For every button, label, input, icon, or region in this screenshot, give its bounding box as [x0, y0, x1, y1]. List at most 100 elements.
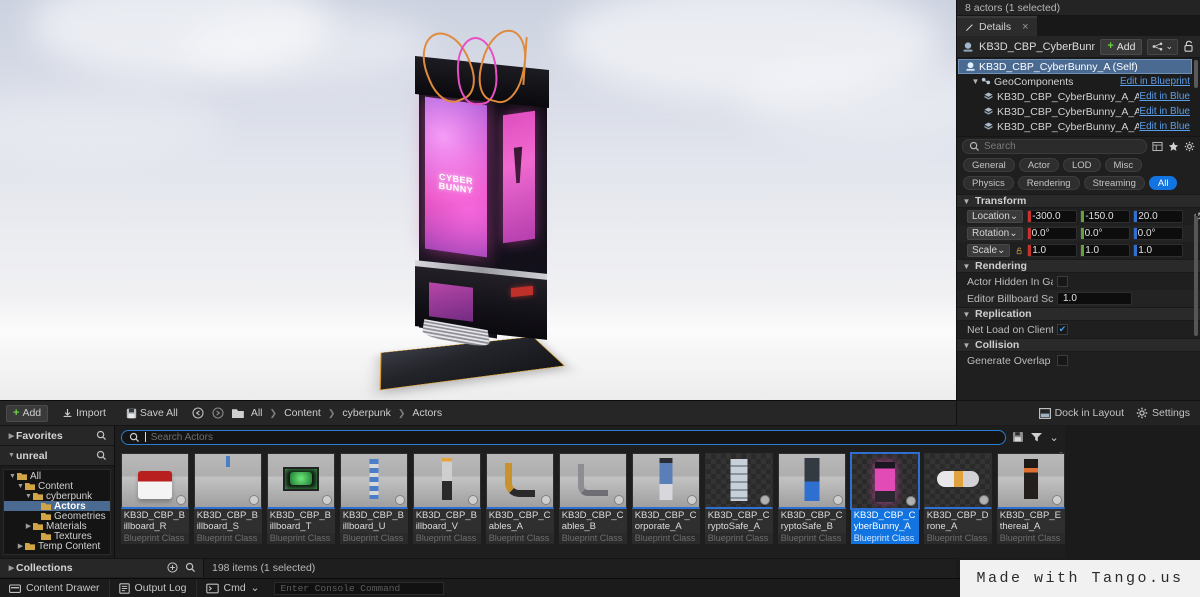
- search-icon[interactable]: [96, 450, 107, 461]
- folder-tree[interactable]: ▼ All ▼ Content ▼ cyberpunk Actors Geome…: [3, 469, 111, 555]
- cb-add-button[interactable]: + Add: [6, 404, 49, 422]
- rotation-x-input[interactable]: 0.0°: [1026, 227, 1077, 240]
- chevron-right-icon[interactable]: ▶: [24, 522, 33, 530]
- chevron-down-icon[interactable]: ▼: [962, 310, 971, 319]
- breadcrumb-cyberpunk[interactable]: cyberpunk: [342, 407, 390, 419]
- history-forward-icon[interactable]: [212, 407, 224, 419]
- asset-tile[interactable]: KB3D_CBP_Drone_A Blueprint Class: [923, 453, 992, 558]
- cyberbunny-billboard-model[interactable]: CYBER BUNNY: [379, 24, 579, 391]
- scale-z-input[interactable]: 1.0: [1133, 244, 1184, 257]
- filter-lod[interactable]: LOD: [1063, 158, 1101, 172]
- edit-in-blueprint-link[interactable]: Edit in Blue: [1139, 91, 1190, 102]
- chevron-down-icon[interactable]: ▼: [962, 262, 971, 271]
- edit-in-blueprint-link[interactable]: Edit in Blue: [1139, 106, 1190, 117]
- edit-in-blueprint-link[interactable]: Edit in Blueprint: [1120, 76, 1190, 87]
- component-tree-row-acunitc[interactable]: KB3D_CBP_CyberBunny_A_ACunitC Edit in Bl…: [957, 119, 1200, 134]
- add-collection-icon[interactable]: [167, 562, 178, 573]
- component-tree-row-acunita[interactable]: KB3D_CBP_CyberBunny_A_ACunitA Edit in Bl…: [957, 89, 1200, 104]
- chevron-down-icon[interactable]: ▼: [962, 341, 971, 350]
- overlap-events-checkbox[interactable]: [1057, 355, 1068, 366]
- chevron-down-icon[interactable]: ⌄: [1049, 431, 1058, 444]
- edit-in-blueprint-link[interactable]: Edit in Blue: [1139, 121, 1190, 132]
- output-log-button[interactable]: Output Log: [110, 578, 197, 597]
- breadcrumb-all[interactable]: All: [251, 407, 263, 419]
- location-z-input[interactable]: 20.0: [1133, 210, 1184, 223]
- chevron-down-icon[interactable]: ▼: [16, 483, 25, 490]
- cmd-selector[interactable]: Cmd ⌄: [197, 579, 269, 597]
- filter-streaming[interactable]: Streaming: [1083, 176, 1145, 190]
- details-search-input[interactable]: Search: [962, 138, 1147, 154]
- asset-grid[interactable]: KB3D_CBP_Billboard_R Blueprint Class KB3…: [115, 448, 1065, 558]
- unlock-icon[interactable]: [1183, 40, 1195, 53]
- section-collision[interactable]: ▼ Collision: [957, 338, 1200, 352]
- chevron-right-icon[interactable]: ▶: [7, 432, 16, 440]
- asset-tile[interactable]: KB3D_CBP_Billboard_R Blueprint Class: [120, 453, 189, 558]
- breadcrumb-actors[interactable]: Actors: [412, 407, 442, 419]
- filter-icon[interactable]: [1030, 431, 1043, 443]
- section-replication[interactable]: ▼ Replication: [957, 307, 1200, 321]
- billboard-scale-input[interactable]: 1.0: [1057, 292, 1132, 305]
- sources-header[interactable]: ▼ unreal: [0, 446, 114, 466]
- folder-tree-item-content[interactable]: ▼ Content: [4, 481, 110, 492]
- filter-misc[interactable]: Misc: [1104, 158, 1143, 172]
- scale-x-input[interactable]: 1.0: [1027, 244, 1078, 257]
- filter-actor[interactable]: Actor: [1018, 158, 1059, 172]
- filter-general[interactable]: General: [963, 158, 1015, 172]
- folder-tree-item-materials[interactable]: ▶ Materials: [4, 521, 110, 532]
- component-tree-scrollbar[interactable]: [1194, 60, 1198, 88]
- folder-tree-item-geometries[interactable]: Geometries: [4, 511, 110, 522]
- chevron-down-icon[interactable]: ▼: [7, 452, 16, 459]
- asset-tile[interactable]: KB3D_CBP_Billboard_U Blueprint Class: [339, 453, 408, 558]
- asset-tile[interactable]: KB3D_CBP_Cables_A Blueprint Class: [485, 453, 554, 558]
- scale-lock-icon[interactable]: [1016, 245, 1023, 257]
- level-viewport[interactable]: CYBER BUNNY: [0, 0, 956, 400]
- filter-physics[interactable]: Physics: [963, 176, 1014, 190]
- chevron-down-icon[interactable]: ⌄: [251, 582, 260, 594]
- asset-tile[interactable]: KB3D_CBP_Billboard_T Blueprint Class: [266, 453, 335, 558]
- component-tree-row-self[interactable]: KB3D_CBP_CyberBunny_A (Self): [958, 59, 1192, 74]
- console-command-input[interactable]: Enter Console Command: [274, 581, 445, 595]
- asset-tile[interactable]: KB3D_CBP_Corporate_A Blueprint Class: [631, 453, 700, 558]
- folder-tree-item-all[interactable]: ▼ All: [4, 471, 110, 482]
- location-y-input[interactable]: -150.0: [1080, 210, 1131, 223]
- component-tree[interactable]: KB3D_CBP_CyberBunny_A (Self) ▼ GeoCompon…: [957, 58, 1200, 137]
- search-icon[interactable]: [96, 430, 107, 441]
- component-tree-row-geocomponents[interactable]: ▼ GeoComponents Edit in Blueprint: [957, 74, 1200, 89]
- asset-tile-selected[interactable]: KB3D_CBP_CyberBunny_A Blueprint Class: [850, 453, 919, 558]
- filter-rendering[interactable]: Rendering: [1017, 176, 1080, 190]
- add-component-button[interactable]: + Add: [1100, 38, 1143, 55]
- search-icon[interactable]: [185, 562, 196, 573]
- folder-tree-item-actors[interactable]: Actors: [4, 501, 110, 512]
- folder-tree-item-textures[interactable]: Textures: [4, 531, 110, 542]
- asset-tile[interactable]: KB3D_CBP_Billboard_S Blueprint Class: [193, 453, 262, 558]
- actor-hidden-checkbox[interactable]: [1057, 276, 1068, 287]
- scale-mode-dropdown[interactable]: Scale ⌄: [967, 244, 1011, 257]
- search-actors-input[interactable]: Search Actors: [120, 429, 1007, 445]
- filter-all[interactable]: All: [1148, 176, 1178, 190]
- gear-icon[interactable]: [1184, 141, 1195, 152]
- rotation-y-input[interactable]: 0.0°: [1079, 227, 1130, 240]
- content-drawer-button[interactable]: Content Drawer: [0, 578, 110, 597]
- location-mode-dropdown[interactable]: Location ⌄: [967, 210, 1024, 223]
- cb-save-all-button[interactable]: Save All: [120, 405, 184, 422]
- tab-details[interactable]: Details ×: [957, 16, 1037, 36]
- asset-tile[interactable]: KB3D_CBP_Ethereal_A Blueprint Class: [996, 453, 1065, 558]
- settings-button[interactable]: Settings: [1136, 407, 1190, 419]
- net-load-checkbox[interactable]: ✔: [1057, 324, 1068, 335]
- dock-in-layout-button[interactable]: Dock in Layout: [1038, 407, 1124, 419]
- asset-tile[interactable]: KB3D_CBP_Billboard_V Blueprint Class: [412, 453, 481, 558]
- favorites-header[interactable]: ▶ Favorites: [0, 426, 114, 446]
- chevron-right-icon[interactable]: ▶: [7, 564, 16, 572]
- asset-tile[interactable]: KB3D_CBP_Cables_B Blueprint Class: [558, 453, 627, 558]
- chevron-right-icon[interactable]: ▶: [16, 542, 25, 550]
- folder-tree-item-cyberpunk[interactable]: ▼ cyberpunk: [4, 491, 110, 502]
- blueprint-options-button[interactable]: ⌄: [1147, 38, 1178, 55]
- chevron-down-icon[interactable]: ▼: [962, 197, 971, 206]
- grid-view-icon[interactable]: [1152, 141, 1163, 152]
- breadcrumb-content[interactable]: Content: [284, 407, 321, 419]
- save-search-icon[interactable]: [1012, 431, 1024, 443]
- component-tree-row-acunitb[interactable]: KB3D_CBP_CyberBunny_A_ACunitB Edit in Bl…: [957, 104, 1200, 119]
- folder-tree-item-temp-content[interactable]: ▶ Temp Content: [4, 541, 110, 552]
- section-transform[interactable]: ▼ Transform: [957, 194, 1200, 208]
- location-x-input[interactable]: -300.0: [1027, 210, 1078, 223]
